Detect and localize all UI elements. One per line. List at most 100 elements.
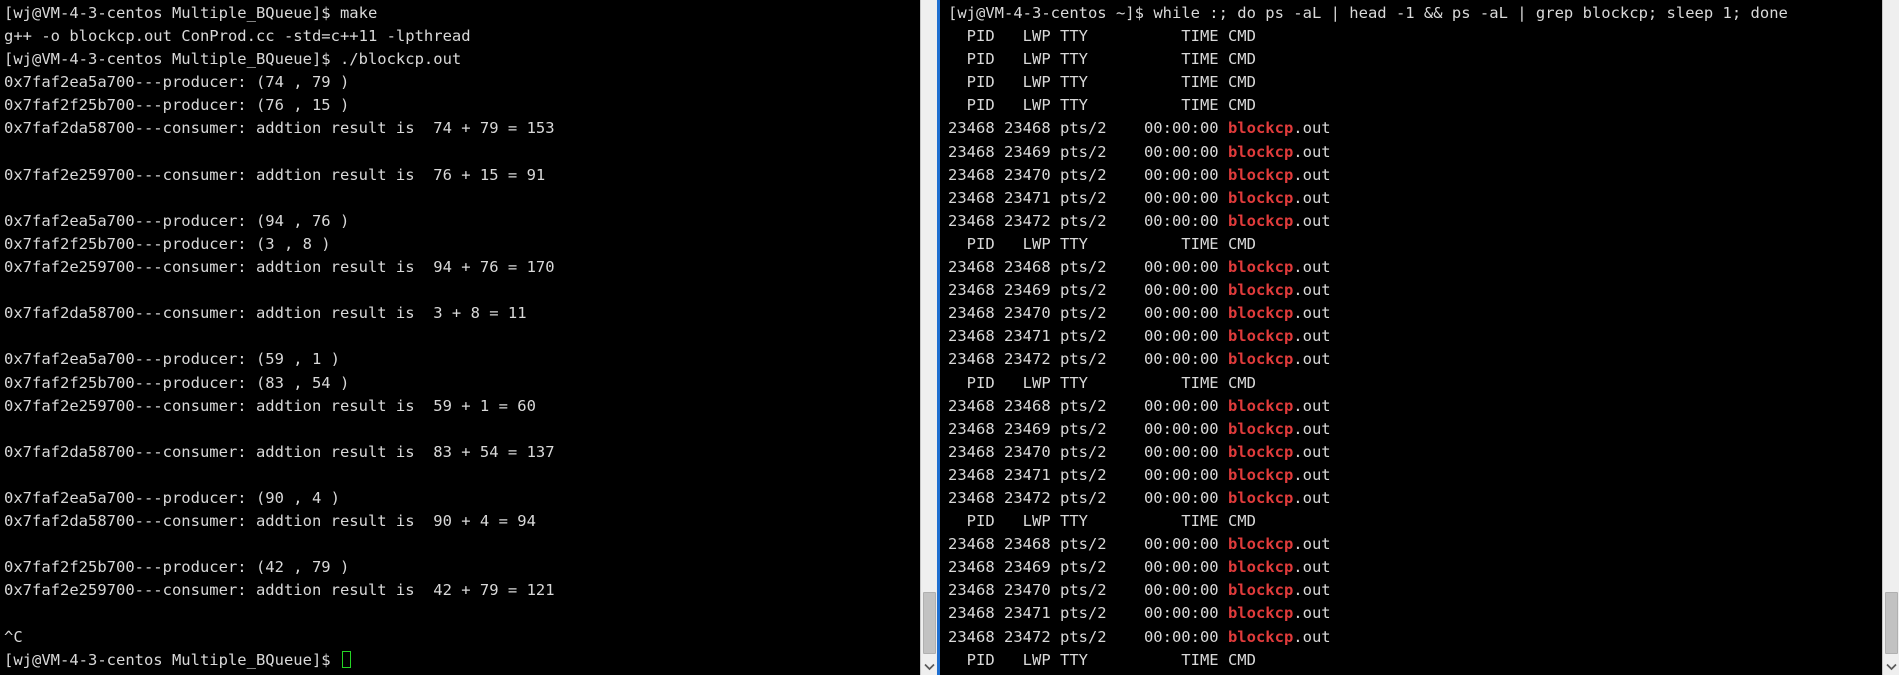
ps-process-row: 23468 23472 pts/2 00:00:00 blockcp.out [948,210,1879,233]
ps-row-fields: 23468 23469 pts/2 00:00:00 [948,419,1228,438]
terminal-line: 0x7faf2e259700---consumer: addtion resul… [4,258,555,277]
terminal-line: 0x7faf2e259700---consumer: addtion resul… [4,581,555,600]
right-scrollbar[interactable] [1882,0,1899,675]
ps-header-row: PID LWP TTY TIME CMD [948,50,1256,69]
ps-cmd-suffix: .out [1293,442,1331,461]
ps-cmd-grep-match: blockcp [1227,627,1294,646]
terminal-line: 0x7faf2da58700---consumer: addtion resul… [4,119,555,138]
ps-row-fields: 23468 23468 pts/2 00:00:00 [948,535,1228,554]
ps-cmd-grep-match: blockcp [1227,558,1294,577]
ps-row-fields: 23468 23471 pts/2 00:00:00 [948,188,1228,207]
terminal-screen: [wj@VM-4-3-centos Multiple_BQueue]$ make… [0,0,1899,675]
ps-cmd-suffix: .out [1293,188,1331,207]
ps-cmd-grep-match: blockcp [1227,442,1294,461]
ps-cmd-grep-match: blockcp [1227,211,1294,230]
left-scrollbar[interactable] [920,0,937,675]
ps-row-fields: 23468 23471 pts/2 00:00:00 [948,327,1228,346]
ps-process-row: 23468 23470 pts/2 00:00:00 blockcp.out [948,579,1879,602]
terminal-line: 0x7faf2ea5a700---producer: (90 , 4 ) [4,488,340,507]
ps-cmd-suffix: .out [1293,627,1331,646]
ps-cmd-grep-match: blockcp [1227,465,1294,484]
ps-cmd-suffix: .out [1293,419,1331,438]
ps-process-row: 23468 23471 pts/2 00:00:00 blockcp.out [948,325,1879,348]
ps-cmd-grep-match: blockcp [1227,488,1294,507]
ps-header-row: PID LWP TTY TIME CMD [948,73,1256,92]
ps-row-fields: 23468 23471 pts/2 00:00:00 [948,465,1228,484]
ps-process-row: 23468 23468 pts/2 00:00:00 blockcp.out [948,533,1879,556]
ps-row-fields: 23468 23468 pts/2 00:00:00 [948,396,1228,415]
ps-process-row: 23468 23471 pts/2 00:00:00 blockcp.out [948,187,1879,210]
ps-header-row: PID LWP TTY TIME CMD [948,27,1256,46]
ps-cmd-grep-match: blockcp [1227,142,1294,161]
prompt-text: [wj@VM-4-3-centos Multiple_BQueue]$ [4,650,340,669]
left-terminal-pane[interactable]: [wj@VM-4-3-centos Multiple_BQueue]$ make… [0,0,937,675]
ps-header-row: PID LWP TTY TIME CMD [948,650,1256,669]
ps-cmd-suffix: .out [1293,488,1331,507]
ps-row-fields: 23468 23472 pts/2 00:00:00 [948,488,1228,507]
ps-process-row: 23468 23469 pts/2 00:00:00 blockcp.out [948,141,1879,164]
terminal-line: 0x7faf2da58700---consumer: addtion resul… [4,512,536,531]
ps-row-fields: 23468 23468 pts/2 00:00:00 [948,258,1228,277]
terminal-line: 0x7faf2f25b700---producer: (42 , 79 ) [4,558,350,577]
ps-cmd-suffix: .out [1293,304,1331,323]
ps-cmd-suffix: .out [1293,258,1331,277]
left-terminal-prompt[interactable]: [wj@VM-4-3-centos Multiple_BQueue]$ [4,649,937,672]
terminal-line: 0x7faf2da58700---consumer: addtion resul… [4,304,527,323]
ps-row-fields: 23468 23469 pts/2 00:00:00 [948,142,1228,161]
ps-cmd-suffix: .out [1293,581,1331,600]
ps-cmd-suffix: .out [1293,281,1331,300]
ps-cmd-suffix: .out [1293,211,1331,230]
terminal-line: 0x7faf2e259700---consumer: addtion resul… [4,165,546,184]
terminal-line: 0x7faf2ea5a700---producer: (59 , 1 ) [4,350,340,369]
chevron-down-icon[interactable] [921,658,937,675]
ps-cmd-grep-match: blockcp [1227,188,1294,207]
right-terminal-pane[interactable]: [wj@VM-4-3-centos ~]$ while :; do ps -aL… [937,0,1899,675]
terminal-line: 0x7faf2e259700---consumer: addtion resul… [4,396,536,415]
chevron-down-icon[interactable] [1883,658,1899,675]
ps-cmd-grep-match: blockcp [1227,581,1294,600]
ps-cmd-grep-match: blockcp [1227,258,1294,277]
ps-row-fields: 23468 23468 pts/2 00:00:00 [948,119,1228,138]
ps-cmd-grep-match: blockcp [1227,535,1294,554]
ps-row-fields: 23468 23469 pts/2 00:00:00 [948,281,1228,300]
ps-row-fields: 23468 23470 pts/2 00:00:00 [948,165,1228,184]
terminal-line: 0x7faf2ea5a700---producer: (74 , 79 ) [4,73,350,92]
ps-cmd-suffix: .out [1293,396,1331,415]
right-terminal-output[interactable]: [wj@VM-4-3-centos ~]$ while :; do ps -aL… [940,0,1899,672]
ps-header-row: PID LWP TTY TIME CMD [948,512,1256,531]
right-terminal-command-line[interactable]: [wj@VM-4-3-centos ~]$ while :; do ps -aL… [948,2,1879,25]
ps-cmd-suffix: .out [1293,327,1331,346]
ps-cmd-suffix: .out [1293,142,1331,161]
ps-cmd-suffix: .out [1293,465,1331,484]
ps-row-fields: 23468 23472 pts/2 00:00:00 [948,211,1228,230]
ps-row-fields: 23468 23470 pts/2 00:00:00 [948,581,1228,600]
ps-row-fields: 23468 23470 pts/2 00:00:00 [948,442,1228,461]
ps-process-row: 23468 23470 pts/2 00:00:00 blockcp.out [948,302,1879,325]
ps-header-row: PID LWP TTY TIME CMD [948,96,1256,115]
ps-cmd-suffix: .out [1293,535,1331,554]
right-scrollbar-thumb[interactable] [1885,592,1898,654]
left-scrollbar-thumb[interactable] [923,592,936,654]
ps-cmd-suffix: .out [1293,558,1331,577]
prompt-text: [wj@VM-4-3-centos ~]$ [948,4,1154,22]
terminal-line: g++ -o blockcp.out ConProd.cc -std=c++11… [4,27,471,46]
ps-process-row: 23468 23469 pts/2 00:00:00 blockcp.out [948,279,1879,302]
ps-process-row: 23468 23470 pts/2 00:00:00 blockcp.out [948,164,1879,187]
ps-cmd-grep-match: blockcp [1227,604,1294,623]
ps-process-row: 23468 23470 pts/2 00:00:00 blockcp.out [948,441,1879,464]
ps-process-row: 23468 23469 pts/2 00:00:00 blockcp.out [948,418,1879,441]
ps-cmd-grep-match: blockcp [1227,119,1294,138]
left-terminal-output[interactable]: [wj@VM-4-3-centos Multiple_BQueue]$ make… [0,0,937,672]
ps-cmd-grep-match: blockcp [1227,165,1294,184]
ps-cmd-suffix: .out [1293,165,1331,184]
terminal-line: ^C [4,627,23,646]
ps-cmd-suffix: .out [1293,119,1331,138]
ps-cmd-grep-match: blockcp [1227,396,1294,415]
ps-process-row: 23468 23471 pts/2 00:00:00 blockcp.out [948,464,1879,487]
